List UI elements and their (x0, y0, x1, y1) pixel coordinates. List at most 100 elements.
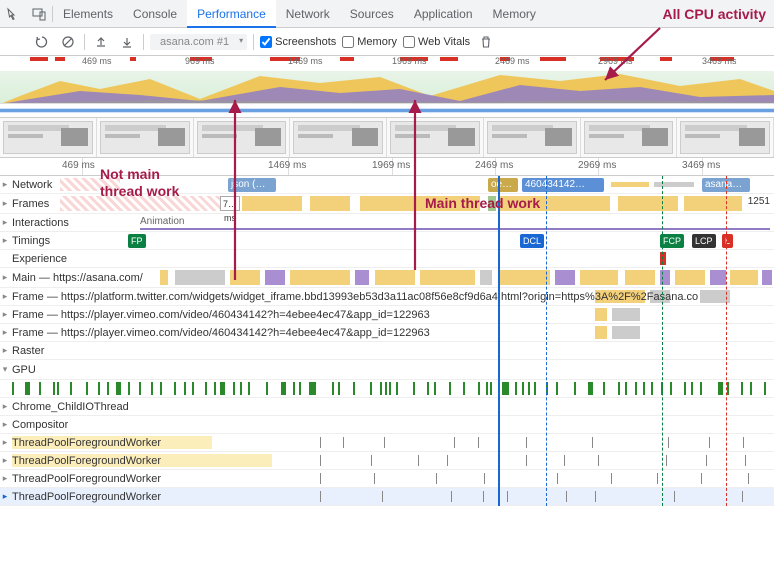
track-network[interactable]: ▸ Network json (…oe…460434142…asana… (0, 176, 774, 194)
track-interactions[interactable]: ▸ Interactions Animation (0, 214, 774, 232)
frame-right-label: 1251 (748, 196, 770, 207)
ruler-tick: 1969 ms (372, 160, 410, 171)
track-thread[interactable]: ▸ThreadPoolForegroundWorker (0, 452, 774, 470)
overview-tick: 969 ms (185, 56, 215, 66)
timing-badge-dcl[interactable]: DCL (520, 234, 544, 248)
network-request-pill[interactable]: oe… (488, 178, 518, 192)
track-label: Timings (10, 235, 50, 247)
tab-elements[interactable]: Elements (53, 0, 123, 28)
track-label: Network (10, 179, 52, 191)
timing-badge-fcp[interactable]: FCP (660, 234, 684, 248)
overview-tick: 2969 ms (598, 56, 633, 66)
flame-chart-tracks: ▸ Network json (… oe… 460434142… asana… ▸ F… (0, 176, 774, 506)
tab-application[interactable]: Application (404, 0, 483, 28)
screenshot-thumb[interactable] (0, 118, 97, 157)
gc-button[interactable] (476, 32, 496, 52)
screenshot-thumb[interactable] (97, 118, 194, 157)
clear-button[interactable] (58, 32, 78, 52)
track-label: ThreadPoolForegroundWorker (10, 437, 161, 449)
experience-track-body (0, 250, 774, 267)
track-frame[interactable]: ▸Frame — https://platform.twitter.com/wi… (0, 288, 774, 306)
animation-label: Animation (140, 216, 184, 227)
timing-badge-lcp[interactable]: LCP (692, 234, 716, 248)
overview-tick: 469 ms (82, 56, 112, 66)
performance-toolbar: asana.com #1 Screenshots Memory Web Vita… (0, 28, 774, 56)
expand-icon[interactable]: ▸ (0, 345, 10, 356)
track-raster[interactable]: ▸ Raster (0, 342, 774, 360)
timing-badge-fp[interactable]: FP (128, 234, 146, 248)
screenshot-thumb[interactable] (194, 118, 291, 157)
separator (143, 34, 144, 50)
web-vitals-label: Web Vitals (418, 36, 470, 48)
network-segment (60, 178, 120, 191)
tab-network[interactable]: Network (276, 0, 340, 28)
separator (84, 34, 85, 50)
track-label: Raster (10, 345, 44, 357)
inspect-icon[interactable] (0, 1, 26, 27)
animation-bar (140, 228, 770, 230)
screenshot-thumb[interactable] (581, 118, 678, 157)
ruler-tick: 2469 ms (475, 160, 513, 171)
track-frame[interactable]: ▸Frame — https://player.vimeo.com/video/… (0, 324, 774, 342)
device-toggle-icon[interactable] (26, 1, 52, 27)
timing-badge-l[interactable]: L (722, 234, 733, 248)
track-frame[interactable]: ▸Frame — https://player.vimeo.com/video/… (0, 306, 774, 324)
network-request-pill[interactable]: json (… (228, 178, 276, 192)
screenshots-check-input[interactable] (260, 36, 272, 48)
frame-segment (618, 196, 678, 211)
track-frames[interactable]: ▸ Frames 7… ms 1251 (0, 194, 774, 214)
track-label: Frames (10, 198, 49, 210)
screenshot-thumb[interactable] (677, 118, 774, 157)
recording-selector[interactable]: asana.com #1 (150, 34, 247, 50)
ruler-tick: 2969 ms (578, 160, 616, 171)
track-timings[interactable]: ▸ Timings FPDCLFCPLCPL (0, 232, 774, 250)
record-button[interactable] (6, 32, 26, 52)
screenshot-thumb[interactable] (387, 118, 484, 157)
frame-segment (242, 196, 302, 211)
track-thread[interactable]: ▸ThreadPoolForegroundWorker (0, 434, 774, 452)
screenshot-filmstrip[interactable] (0, 118, 774, 158)
track-label: Frame — https://player.vimeo.com/video/4… (10, 327, 430, 339)
track-thread[interactable]: ▸ThreadPoolForegroundWorker (0, 470, 774, 488)
memory-checkbox[interactable]: Memory (342, 36, 397, 48)
web-vitals-checkbox[interactable]: Web Vitals (403, 36, 470, 48)
load-profile-button[interactable] (91, 32, 111, 52)
reload-record-button[interactable] (32, 32, 52, 52)
web-vitals-check-input[interactable] (403, 36, 415, 48)
track-gpu-activity (0, 380, 774, 398)
track-thread[interactable]: ▸ThreadPoolForegroundWorker (0, 488, 774, 506)
track-thread[interactable]: ▸Chrome_ChildIOThread (0, 398, 774, 416)
devtools-tab-bar: Elements Console Performance Network Sou… (0, 0, 774, 28)
track-label: Frame — https://player.vimeo.com/video/4… (10, 309, 430, 321)
tab-sources[interactable]: Sources (340, 0, 404, 28)
tab-console[interactable]: Console (123, 0, 187, 28)
save-profile-button[interactable] (117, 32, 137, 52)
network-request-pill[interactable]: asana… (702, 178, 750, 192)
track-thread[interactable]: ▸Compositor (0, 416, 774, 434)
cpu-overview[interactable]: 469 ms969 ms1469 ms1969 ms2469 ms2969 ms… (0, 56, 774, 118)
screenshot-thumb[interactable] (484, 118, 581, 157)
track-label: Frame — https://platform.twitter.com/wid… (10, 291, 698, 303)
timeline-ruler[interactable]: 469 ms1469 ms1969 ms2469 ms2969 ms3469 m… (0, 158, 774, 176)
screenshots-checkbox[interactable]: Screenshots (260, 36, 336, 48)
collapse-icon[interactable]: ▾ (0, 364, 10, 375)
overview-ruler: 469 ms969 ms1469 ms1969 ms2469 ms2969 ms… (0, 56, 774, 71)
tab-memory[interactable]: Memory (483, 0, 546, 28)
screenshot-thumb[interactable] (290, 118, 387, 157)
track-main[interactable]: ▸ Main — https://asana.com/ (0, 268, 774, 288)
tab-performance[interactable]: Performance (187, 0, 276, 28)
memory-label: Memory (357, 36, 397, 48)
network-request-pill[interactable]: 460434142… (522, 178, 604, 192)
frame-segment (500, 196, 610, 211)
track-label: Main — https://asana.com/ (10, 272, 143, 284)
overview-tick: 3469 ms (702, 56, 737, 66)
frame-segment (360, 196, 480, 211)
ruler-tick: 469 ms (62, 160, 95, 171)
overview-heap-strip (0, 103, 774, 117)
memory-check-input[interactable] (342, 36, 354, 48)
frame-segment (310, 196, 350, 211)
track-gpu[interactable]: ▾ GPU (0, 360, 774, 380)
overview-tick: 1469 ms (288, 56, 323, 66)
track-experience[interactable]: Experience (0, 250, 774, 268)
gpu-activity-body (0, 380, 774, 397)
